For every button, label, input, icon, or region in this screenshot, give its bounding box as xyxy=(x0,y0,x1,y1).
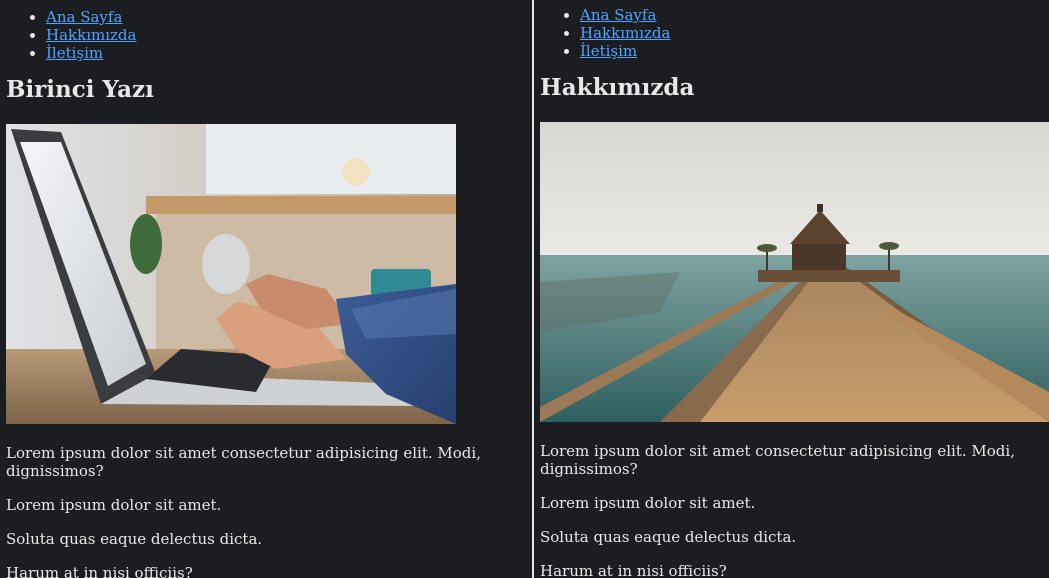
page-title: Birinci Yazı xyxy=(6,76,154,103)
nav-item-contact: İletişim xyxy=(46,44,532,62)
article-body: Lorem ipsum dolor sit amet consectetur a… xyxy=(534,442,1049,578)
laptop-image xyxy=(6,124,456,424)
article-body: Lorem ipsum dolor sit amet consectetur a… xyxy=(0,444,532,578)
paragraph: Lorem ipsum dolor sit amet consectetur a… xyxy=(540,442,1015,478)
nav-link-about[interactable]: Hakkımızda xyxy=(580,24,670,42)
nav-menu: Ana Sayfa Hakkımızda İletişim xyxy=(0,0,532,62)
paragraph: Lorem ipsum dolor sit amet consectetur a… xyxy=(6,444,481,480)
paragraph: Harum at in nisi officiis? xyxy=(540,562,727,578)
paragraph: Harum at in nisi officiis? xyxy=(6,564,193,578)
nav-item-about: Hakkımızda xyxy=(46,26,532,44)
nav-item-home: Ana Sayfa xyxy=(580,6,1049,24)
paragraph: Soluta quas eaque delectus dicta. xyxy=(6,530,263,548)
left-pane: Ana Sayfa Hakkımızda İletişim Birinci Ya… xyxy=(0,0,532,578)
nav-item-contact: İletişim xyxy=(580,42,1049,60)
pier-image xyxy=(540,122,1049,422)
pier-sea-photo xyxy=(540,122,1049,422)
nav-menu: Ana Sayfa Hakkımızda İletişim xyxy=(534,0,1049,60)
nav-link-home[interactable]: Ana Sayfa xyxy=(46,8,122,26)
paragraph: Lorem ipsum dolor sit amet. xyxy=(6,496,222,514)
nav-item-home: Ana Sayfa xyxy=(46,8,532,26)
nav-item-about: Hakkımızda xyxy=(580,24,1049,42)
nav-link-contact[interactable]: İletişim xyxy=(580,42,637,60)
laptop-typing-photo xyxy=(6,124,456,424)
nav-link-contact[interactable]: İletişim xyxy=(46,44,103,62)
paragraph: Lorem ipsum dolor sit amet. xyxy=(540,494,756,512)
nav-link-about[interactable]: Hakkımızda xyxy=(46,26,136,44)
page-title: Hakkımızda xyxy=(540,74,695,101)
nav-link-home[interactable]: Ana Sayfa xyxy=(580,6,656,24)
right-pane: Ana Sayfa Hakkımızda İletişim Hakkımızda xyxy=(534,0,1049,578)
paragraph: Soluta quas eaque delectus dicta. xyxy=(540,528,797,546)
